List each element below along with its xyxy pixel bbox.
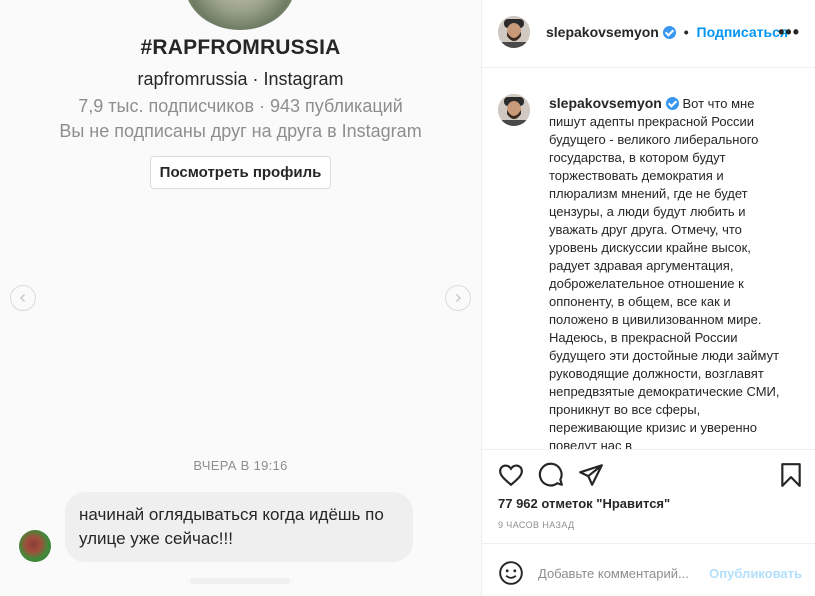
- comment-input[interactable]: Добавьте комментарий...: [538, 566, 689, 581]
- bookmark-icon: [781, 463, 801, 487]
- comment-button[interactable]: [538, 462, 564, 488]
- post-time-ago[interactable]: 9 ЧАСОВ НАЗАД: [498, 520, 575, 530]
- share-icon: [579, 464, 603, 486]
- comment-bar: Добавьте комментарий... Опубликовать: [482, 543, 815, 596]
- post-actions: [482, 449, 815, 497]
- heart-icon: [499, 464, 523, 487]
- faded-divider: [190, 578, 290, 584]
- caption-area: slepakovsemyon Вот что мне пишут адепты …: [482, 69, 815, 449]
- carousel-prev-button[interactable]: [10, 285, 36, 311]
- carousel-next-button[interactable]: [445, 285, 471, 311]
- share-button[interactable]: [578, 462, 604, 488]
- author-username[interactable]: slepakovsemyon: [546, 24, 659, 40]
- follow-button[interactable]: Подписаться: [697, 24, 789, 40]
- comment-icon: [538, 462, 563, 487]
- likes-count[interactable]: 77 962 отметок "Нравится": [498, 496, 670, 511]
- publish-button[interactable]: Опубликовать: [709, 566, 802, 581]
- author-avatar[interactable]: [498, 16, 530, 48]
- chat-timestamp: ВЧЕРА В 19:16: [193, 458, 288, 473]
- verified-badge-icon: [662, 26, 676, 39]
- profile-handle: rapfromrussia · Instagram: [137, 69, 344, 89]
- post-sidebar: slepakovsemyon • Подписаться ••• slepako…: [481, 0, 815, 596]
- view-profile-button[interactable]: Посмотреть профиль: [149, 156, 332, 189]
- post-media: #RAPFROMRUSSIA rapfromrussia · Instagram…: [0, 0, 481, 596]
- chevron-left-icon: [20, 294, 25, 302]
- post-caption: slepakovsemyon Вот что мне пишут адепты …: [549, 94, 789, 449]
- caption-avatar-image: [498, 94, 530, 126]
- sender-avatar: [19, 530, 51, 562]
- more-options-button[interactable]: •••: [778, 22, 800, 43]
- post-author-header: slepakovsemyon • Подписаться: [546, 24, 788, 40]
- save-button[interactable]: [778, 462, 804, 488]
- profile-avatar-image: [185, 0, 295, 30]
- post-header: slepakovsemyon • Подписаться •••: [482, 0, 815, 68]
- profile-stats: 7,9 тыс. подписчиков · 943 публикаций: [78, 96, 403, 116]
- profile-hashtag-title: #RAPFROMRUSSIA: [140, 36, 341, 59]
- emoji-button[interactable]: [498, 560, 524, 586]
- emoji-icon: [499, 561, 523, 585]
- follow-status-text: Вы не подписаны друг на друга в Instagra…: [59, 121, 422, 141]
- profile-card: #RAPFROMRUSSIA rapfromrussia · Instagram…: [0, 36, 481, 189]
- author-avatar-image: [498, 16, 530, 48]
- chat-message-bubble: начинай оглядываться когда идёшь по улиц…: [65, 492, 413, 562]
- verified-badge-icon: [665, 97, 679, 110]
- caption-username[interactable]: slepakovsemyon: [549, 95, 662, 111]
- caption-author-avatar[interactable]: [498, 94, 530, 126]
- like-button[interactable]: [498, 462, 524, 488]
- separator-dot: •: [683, 24, 689, 40]
- caption-text: Вот что мне пишут адепты прекрасной Росс…: [549, 96, 780, 449]
- chevron-right-icon: [456, 294, 461, 302]
